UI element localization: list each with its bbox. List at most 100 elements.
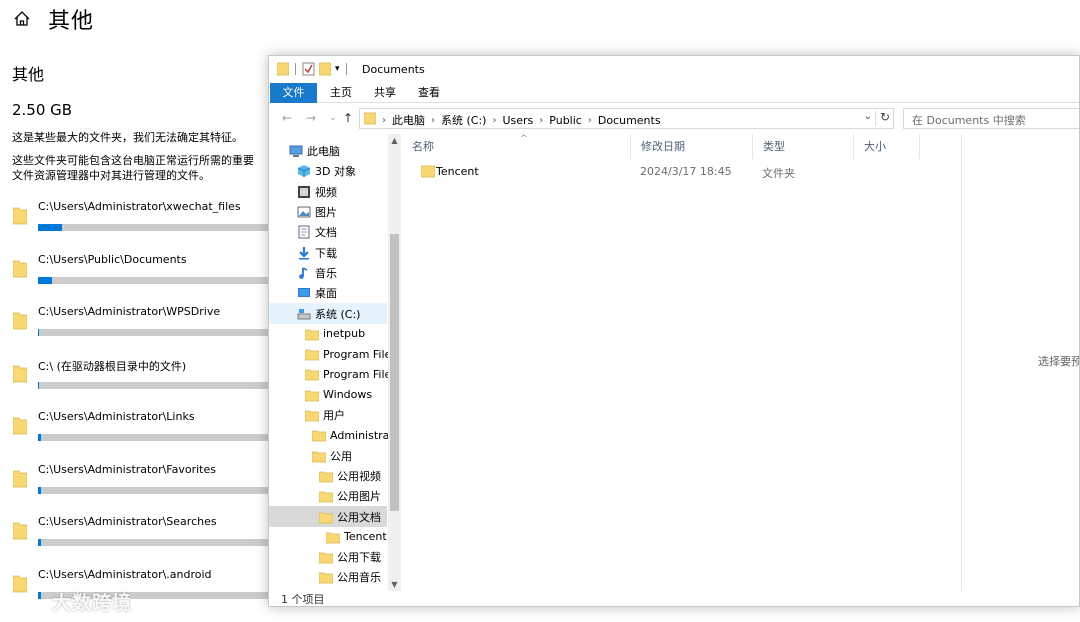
column-header-size[interactable]: 大小 <box>854 134 920 159</box>
folder-path: C:\Users\Administrator\Links <box>38 410 195 423</box>
tree-item[interactable]: 3D 对象 <box>269 161 387 181</box>
usage-bar-fill <box>38 224 63 231</box>
tree-item[interactable]: Administrator <box>269 425 401 445</box>
tree-item-label: 公用图片 <box>337 490 381 504</box>
usage-bar-fill <box>38 381 39 389</box>
page-title: 其他 <box>48 9 95 34</box>
tree-item-label: 视频 <box>315 185 337 199</box>
tree-item[interactable]: 公用文档 <box>269 506 387 527</box>
tree-item[interactable]: 公用图片 <box>269 486 387 506</box>
properties-icon[interactable] <box>302 62 315 76</box>
folder-usage-item[interactable]: C:\Users\Administrator\Favorites <box>0 459 270 512</box>
section-title: 其他 <box>12 65 45 84</box>
file-type: 文件夹 <box>762 167 795 180</box>
breadcrumb: › 此电脑 › 系统 (C:) › Users › Public › Docum… <box>382 112 661 128</box>
tree-item[interactable]: 视频 <box>269 182 387 202</box>
sort-ascending-icon: ^ <box>520 134 528 144</box>
file-modified: 2024/3/17 18:45 <box>640 165 732 178</box>
up-arrow-icon[interactable]: ↑ <box>340 110 356 126</box>
column-header-name[interactable]: 名称 <box>402 134 631 159</box>
refresh-icon[interactable]: ↻ <box>880 110 890 124</box>
tree-item[interactable]: 公用视频 <box>269 466 387 486</box>
folder-usage-item[interactable]: C:\Users\Public\Documents <box>0 249 270 302</box>
column-header-type[interactable]: 类型 <box>753 134 854 159</box>
customize-qat-icon[interactable]: ▾ <box>335 64 340 74</box>
scrollbar-thumb[interactable] <box>390 234 399 511</box>
tree-item[interactable]: Program Files (x86) <box>269 364 401 384</box>
folder-usage-item[interactable]: C:\Users\Administrator\xwechat_files <box>0 196 270 249</box>
tree-item[interactable]: Tencent <box>269 527 387 547</box>
tree-item-label: 用户 <box>323 409 345 423</box>
folder-icon <box>305 349 319 361</box>
folder-icon <box>319 573 333 584</box>
tree-item[interactable]: inetpub <box>269 324 387 344</box>
tree-item-label: 公用文档 <box>337 510 381 524</box>
folder-path: C:\Users\Administrator\.android <box>38 567 212 581</box>
tree-item-label: Program Files <box>323 347 398 361</box>
computer-icon <box>289 145 303 158</box>
tab-file[interactable]: 文件 <box>270 83 317 103</box>
tree-item-label: 系统 (C:) <box>315 307 361 321</box>
tree-item-label: 文档 <box>315 226 337 240</box>
tree-item[interactable]: 公用音乐 <box>269 567 387 587</box>
tab-home[interactable]: 主页 <box>321 83 361 103</box>
folder-icon <box>13 470 27 487</box>
breadcrumb-system-c[interactable]: 系统 (C:) <box>441 112 486 128</box>
folder-icon <box>13 312 27 330</box>
folder-usage-item[interactable]: C:\Users\Administrator\WPSDrive <box>0 301 270 354</box>
address-dropdown-icon[interactable]: ⌄ <box>864 111 872 122</box>
back-arrow-icon[interactable]: ← <box>279 110 295 126</box>
tab-view[interactable]: 查看 <box>409 83 449 103</box>
folder-path: C:\Users\Administrator\Favorites <box>38 462 216 476</box>
folder-icon <box>319 471 333 483</box>
new-folder-icon[interactable] <box>319 62 331 76</box>
tree-item-label: Windows <box>323 388 373 402</box>
tree-item[interactable]: 此电脑 <box>269 141 387 161</box>
tree-item[interactable]: 公用下载 <box>269 547 387 567</box>
tree-item[interactable]: 用户 <box>269 405 387 425</box>
folder-icon <box>13 207 27 225</box>
forward-arrow-icon[interactable]: → <box>303 110 319 126</box>
navigation-scrollbar[interactable]: ▲ ▼ <box>388 134 401 591</box>
folder-usage-item[interactable]: C:\Users\Administrator\Links <box>0 406 270 459</box>
scroll-up-icon[interactable]: ▲ <box>388 136 401 145</box>
breadcrumb-public[interactable]: Public <box>549 114 582 127</box>
tree-item-label: 3D 对象 <box>315 165 356 179</box>
tree-item[interactable]: 公用 <box>269 446 387 466</box>
usage-bar <box>38 381 270 389</box>
folder-usage-item[interactable]: C:\Users\Administrator\Searches <box>0 511 270 564</box>
tab-share[interactable]: 共享 <box>365 83 405 103</box>
folder-icon <box>319 491 333 503</box>
file-row[interactable]: Tencent 2024/3/17 18:45 文件夹 <box>412 162 952 182</box>
search-input[interactable]: 在 Documents 中搜索 <box>903 108 1079 129</box>
usage-bar <box>38 539 270 546</box>
tree-item[interactable]: Windows <box>269 385 387 405</box>
home-icon[interactable] <box>12 9 32 29</box>
folder-icon <box>13 260 27 277</box>
folder-icon <box>319 552 333 564</box>
watermark-logo-icon <box>9 596 45 611</box>
breadcrumb-users[interactable]: Users <box>502 114 533 127</box>
folder-icon <box>319 512 333 523</box>
column-header-modified[interactable]: 修改日期 <box>631 134 753 159</box>
breadcrumb-documents[interactable]: Documents <box>598 114 661 127</box>
tree-item[interactable]: 系统 (C:) <box>269 303 387 324</box>
tree-item[interactable]: 文档 <box>269 222 387 242</box>
tree-item[interactable]: 下载 <box>269 243 387 263</box>
tree-item-label: 下载 <box>315 246 337 260</box>
recent-locations-chevron-icon[interactable]: ⌄ <box>325 110 341 126</box>
tree-item[interactable]: 桌面 <box>269 283 387 303</box>
folder-usage-item[interactable]: C:\ (在驱动器根目录中的文件) <box>0 354 270 407</box>
folder-icon <box>364 112 376 125</box>
breadcrumb-this-pc[interactable]: 此电脑 <box>392 112 425 128</box>
tree-item[interactable]: 音乐 <box>269 263 387 283</box>
folder-icon <box>305 410 319 422</box>
usage-bar-fill <box>38 276 52 284</box>
tree-item[interactable]: 图片 <box>269 202 387 222</box>
address-bar[interactable]: › 此电脑 › 系统 (C:) › Users › Public › Docum… <box>359 108 894 129</box>
folder-icon <box>13 522 27 540</box>
tree-item[interactable]: Program Files <box>269 344 397 364</box>
folder-icon <box>312 451 326 463</box>
usage-bar-fill <box>38 329 39 336</box>
scroll-down-icon[interactable]: ▼ <box>388 580 401 589</box>
